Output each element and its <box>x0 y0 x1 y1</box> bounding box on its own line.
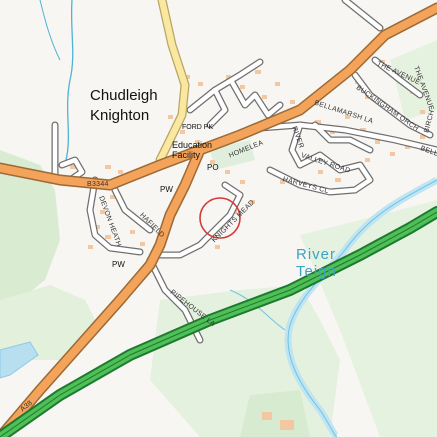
map-graphics <box>0 0 437 437</box>
road-label-b3344: B3344 <box>87 181 109 188</box>
green-patch-southeast <box>240 390 310 437</box>
stream-northwest <box>39 0 61 61</box>
facility-education: Education Facility <box>172 140 213 161</box>
facility-ford-pk: FORD PK <box>182 124 214 131</box>
symbol-po: PO <box>207 163 219 172</box>
map-canvas[interactable]: Chudleigh Knighton FORD PK Education Faci… <box>0 0 437 437</box>
symbol-pw-1: PW <box>160 185 173 194</box>
river-label: River Teign <box>296 246 337 281</box>
symbol-pw-2: PW <box>112 260 125 269</box>
stream-north <box>65 0 74 161</box>
place-name-line1: Chudleigh Knighton <box>90 87 158 125</box>
